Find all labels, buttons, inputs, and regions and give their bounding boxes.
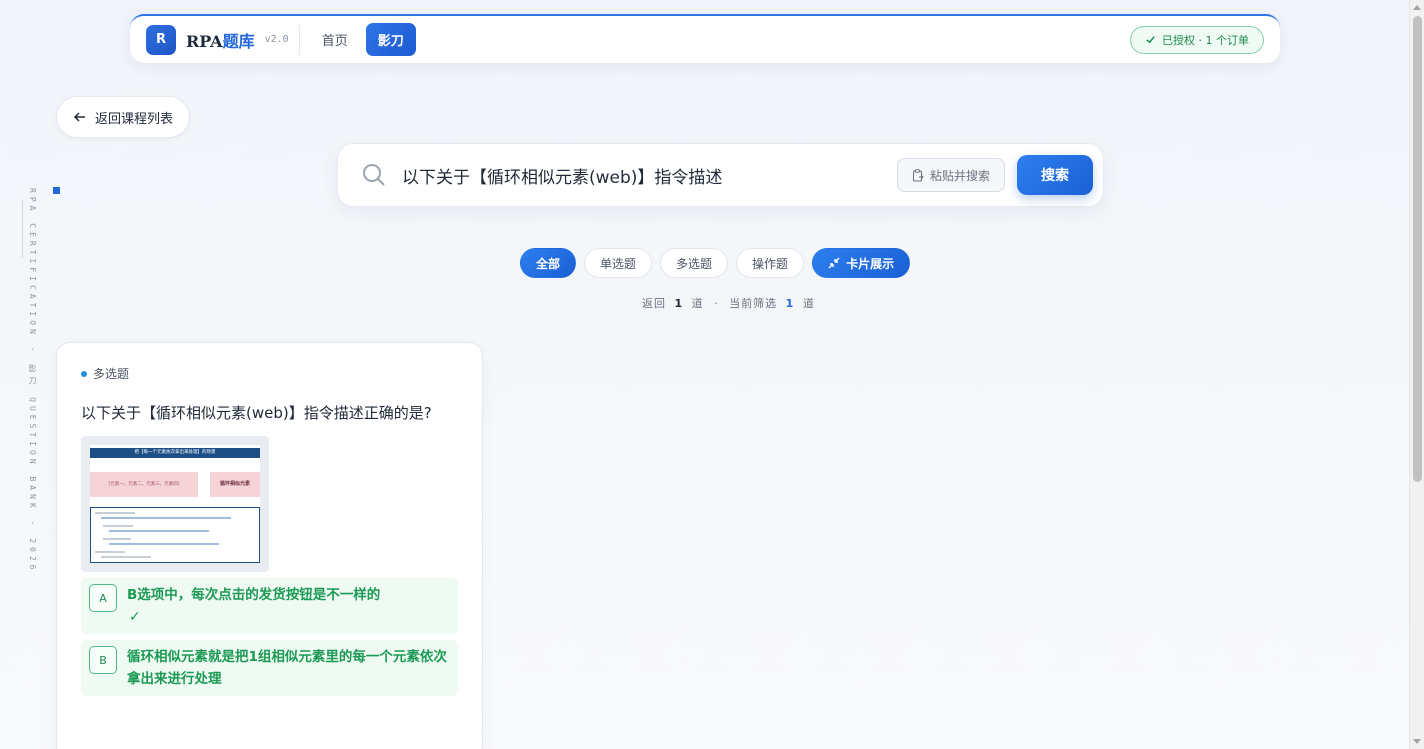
scrollbar-thumb[interactable] — [1413, 16, 1422, 482]
count-prefix: 返回 — [642, 297, 666, 310]
version-label: v2.0 — [264, 34, 289, 45]
correct-check-icon: ✓ — [129, 609, 141, 625]
nav-divider — [298, 24, 300, 55]
search-button[interactable]: 搜索 — [1017, 155, 1093, 195]
nav-link-yingdao[interactable]: 影刀 — [365, 23, 416, 56]
paste-button-label: 粘贴并搜索 — [929, 168, 990, 183]
scroll-up-arrow-icon[interactable] — [1413, 5, 1421, 10]
check-icon — [1146, 36, 1155, 44]
search-bar: 粘贴并搜索 搜索 — [337, 143, 1104, 207]
result-count: 返回 1 道 · 当前筛选 1 道 — [642, 295, 815, 311]
image-right-box: 循环相似元素 — [210, 472, 260, 497]
option-text: B选项中，每次点击的发货按钮是不一样的 ✓ — [127, 584, 380, 628]
side-vertical-text: RPA CERTIFICATION · 影刀 QUESTION BANK · 2… — [28, 188, 37, 574]
license-badge: 已授权 · 1 个订单 — [1130, 25, 1264, 54]
scroll-down-arrow-icon[interactable] — [1413, 739, 1421, 744]
side-accent-square — [53, 187, 60, 194]
image-line — [101, 556, 151, 558]
filter-multiple-choice[interactable]: 多选题 — [660, 248, 729, 278]
page-scrollbar[interactable] — [1409, 0, 1424, 749]
option-b[interactable]: B 循环相似元素就是把1组相似元素里的每一个元素依次拿出来进行处理 — [81, 640, 458, 696]
question-type: 多选题 — [81, 365, 458, 382]
filter-single-choice[interactable]: 单选题 — [584, 248, 653, 278]
brand-title[interactable]: RPA题库 — [186, 28, 255, 52]
question-title: 以下关于【循环相似元素(web)】指令描述正确的是? — [81, 404, 432, 422]
image-left-box: [元素一，元素二，元素三，元素四] — [90, 472, 198, 497]
question-card: 多选题 以下关于【循环相似元素(web)】指令描述正确的是? 把【每一个元素依次… — [56, 342, 483, 749]
image-line — [109, 543, 219, 545]
filter-bar: 全部 单选题 多选题 操作题 卡片展示 — [520, 248, 911, 278]
brand-suffix: 题库 — [222, 31, 255, 51]
question-image-content: 把【每一个元素依次拿出来处理】的场景 [元素一，元素二，元素三，元素四] 循环相… — [90, 445, 260, 563]
logo-badge[interactable]: R — [146, 24, 176, 55]
option-letter: A — [89, 584, 117, 612]
count-unit-2: 道 — [802, 297, 815, 310]
image-line — [101, 517, 231, 519]
brand-prefix: RPA — [186, 31, 223, 51]
option-b-text: 循环相似元素就是把1组相似元素里的每一个元素依次拿出来进行处理 — [127, 649, 447, 687]
count-total: 1 — [674, 297, 684, 310]
search-input[interactable] — [402, 165, 897, 185]
image-line — [103, 525, 133, 527]
card-view-label: 卡片展示 — [846, 256, 895, 271]
card-view-toggle[interactable]: 卡片展示 — [812, 248, 911, 278]
count-middle: 当前筛选 — [729, 297, 778, 310]
image-line — [103, 538, 131, 540]
back-to-courses-button[interactable]: 返回课程列表 — [56, 96, 191, 138]
search-icon — [363, 164, 385, 186]
nav-link-home[interactable]: 首页 — [310, 23, 360, 56]
count-unit: 道 — [691, 297, 704, 310]
option-letter: B — [89, 646, 117, 674]
image-screenshot-panel — [90, 507, 260, 563]
filter-all[interactable]: 全部 — [520, 248, 577, 278]
side-accent-line — [22, 200, 23, 258]
image-line — [95, 551, 125, 553]
image-line — [95, 512, 135, 514]
count-filtered: 1 — [785, 297, 795, 310]
license-text: 已授权 · 1 个订单 — [1162, 33, 1249, 47]
type-dot — [81, 370, 87, 377]
filter-operation[interactable]: 操作题 — [736, 248, 805, 278]
option-a[interactable]: A B选项中，每次点击的发货按钮是不一样的 ✓ — [81, 578, 458, 634]
paste-and-search-button[interactable]: 粘贴并搜索 — [896, 158, 1005, 192]
top-navbar: R RPA题库 v2.0 首页 影刀 已授权 · 1 个订单 — [130, 14, 1280, 63]
question-image[interactable]: 把【每一个元素依次拿出来处理】的场景 [元素一，元素二，元素三，元素四] 循环相… — [81, 436, 269, 572]
option-a-text: B选项中，每次点击的发货按钮是不一样的 — [127, 587, 381, 603]
arrow-left-icon — [73, 112, 85, 122]
clipboard-icon — [912, 168, 924, 182]
back-button-label: 返回课程列表 — [95, 111, 174, 127]
collapse-icon — [828, 257, 840, 269]
question-type-label: 多选题 — [93, 367, 130, 381]
image-line — [109, 530, 209, 532]
count-separator: · — [714, 297, 719, 310]
image-title: 把【每一个元素依次拿出来处理】的场景 — [90, 448, 260, 458]
